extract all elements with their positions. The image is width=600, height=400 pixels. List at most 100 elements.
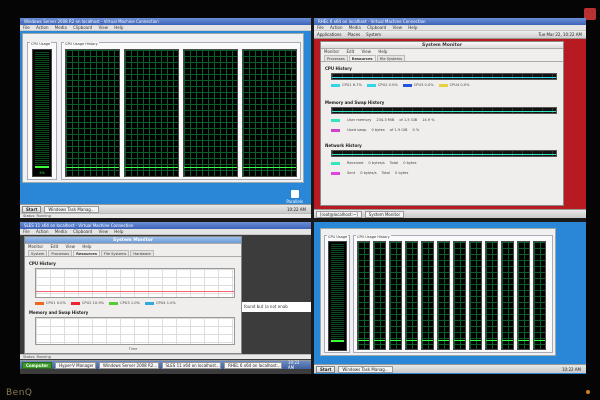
system-monitor-title-sles: System Monitor [25,237,241,244]
menu-help[interactable]: Help [408,25,417,30]
gnome-bottom-panel: [root@localhost:~] System Monitor [314,209,586,218]
network-history-heading: Network History [325,143,362,148]
tab-hardware[interactable]: Hardware [130,250,154,256]
watermark-logo-icon [290,190,299,198]
menu-action[interactable]: Action [330,25,343,30]
cpu-core-graph-6 [437,241,450,350]
cpu-core-graph-7 [453,241,466,350]
gnome-top-panel: Applications Places System Tue Mar 22, 1… [314,31,586,39]
vm-title-sles[interactable]: SLES 11 x64 on localhost - Virtual Machi… [20,222,311,229]
cpu-core-graph-11 [517,241,530,350]
menu-monitor[interactable]: Monitor [28,244,43,249]
cpu2-legend: CPU2 0.0% [366,83,398,87]
start-button[interactable]: Start [22,205,42,213]
used-swap-legend: Used swap 0 bytes of 1.9 GiB 0 % [331,128,557,132]
cpu-history-group: CPU Usage History [61,42,301,180]
vm-menu: File Action Media Clipboard View Help [20,25,311,31]
taskbar-item-hyperv-manager[interactable]: Hyper-V Manager [55,361,97,369]
taskbar-clock: 10:22 AM [287,206,306,212]
cpu4-legend-sles: CPU4 1.0% [144,301,176,305]
tab-processes[interactable]: Processes [48,250,73,256]
windows-taskbar: Start Windows Task Manag... 10:22 AM [20,204,311,213]
tab-processes[interactable]: Processes [324,55,348,61]
vm-title[interactable]: Windows Server 2008 R2 on localhost - Vi… [20,18,311,25]
menu-view[interactable]: View [66,244,76,249]
received-legend: Received 0 bytes/s Total 0 bytes [331,161,557,165]
panel-applications[interactable]: Applications [317,32,341,37]
tab-resources[interactable]: Resources [73,250,100,256]
cpu3-swatch[interactable] [402,83,412,87]
menu-file[interactable]: File [23,25,30,30]
menu-view[interactable]: View [98,25,108,30]
taskbar-item-windows-vm[interactable]: Windows Server 2008 R2... [99,361,159,369]
user-memory-swatch[interactable] [331,118,340,122]
menu-edit[interactable]: Edit [347,49,355,54]
cpu3-legend-sles: CPU3 1.0% [109,301,140,305]
tab-file-systems[interactable]: File Systems [100,250,130,256]
cpu1-swatch-sles[interactable] [35,301,44,305]
panel-system[interactable]: System [366,32,381,37]
cpu4-swatch[interactable] [438,83,448,87]
taskbar-item-task-manager[interactable]: Windows Task Manag... [338,365,393,373]
graph-x-label: Time [128,347,138,351]
menu-file[interactable]: File [317,25,324,30]
menu-action[interactable]: Action [36,229,49,234]
tab-system[interactable]: System [28,250,48,256]
sent-swatch[interactable] [331,171,340,175]
cpu3-swatch-sles[interactable] [109,301,119,305]
menu-media[interactable]: Media [55,229,67,234]
cpu1-swatch[interactable] [331,83,340,87]
computer-menu-button[interactable]: Computer [22,361,53,369]
cpu-history-graph [331,73,557,80]
panel-places[interactable]: Places [347,32,360,37]
cpu2-legend-sles: CPU2 10.9% [70,301,104,305]
cpu-history-label-12core: CPU Usage History [356,235,391,239]
menu-file[interactable]: File [23,229,30,234]
menu-view[interactable]: View [392,25,402,30]
cpu2-swatch-sles[interactable] [70,301,80,305]
desktop-watermark: Parallels [286,190,303,204]
cpu2-swatch[interactable] [366,83,376,87]
taskbar-item-task-manager[interactable]: Windows Task Manag... [44,205,99,213]
menu-view[interactable]: View [98,229,108,234]
tab-file-systems[interactable]: File Systems [376,55,406,61]
vm-title-rhel[interactable]: RHEL 6 x64 on localhost - Virtual Machin… [314,18,586,25]
menu-monitor[interactable]: Monitor [324,49,339,54]
cpu4-swatch-sles[interactable] [144,301,154,305]
cpu-graph-3 [183,49,238,177]
menu-media[interactable]: Media [349,25,361,30]
menu-view[interactable]: View [362,49,372,54]
menu-help[interactable]: Help [378,49,387,54]
tab-resources[interactable]: Resources [348,55,376,61]
sent-legend: Sent 0 bytes/s Total 0 bytes [331,171,557,175]
menu-help[interactable]: Help [82,244,91,249]
system-monitor-title: System Monitor [321,42,563,49]
taskbar-item-system-monitor[interactable]: System Monitor [364,210,405,218]
cpu-core-graph-4 [405,241,418,350]
menu-edit[interactable]: Edit [51,244,59,249]
cpu-legend-sles: CPU1 0.0% CPU2 10.9% CPU3 1.0% CPU4 1.0% [35,301,235,305]
cpu-history-group-12core: CPU Usage History [353,235,553,353]
taskbar-item-sles-vm[interactable]: SLES 11 x64 on localhost... [161,361,222,369]
taskbar-item-rhel-vm[interactable]: RHEL 6 x64 on localhost... [224,361,282,369]
cpu-usage-group-12core: CPU Usage [324,235,350,353]
cpu-usage-meter: 2% [32,49,52,177]
taskbar-clock-sles: 10:22 AM [287,360,300,370]
received-swatch[interactable] [331,161,340,165]
menu-clipboard[interactable]: Clipboard [367,25,386,30]
menu-help[interactable]: Help [114,229,123,234]
start-button[interactable]: Start [316,365,336,373]
cpu1-legend: CPU1 6.7% [331,83,362,87]
menu-clipboard[interactable]: Clipboard [73,25,92,30]
menu-media[interactable]: Media [55,25,67,30]
cpu-usage-group: CPU Usage 2% [27,42,57,180]
used-swap-swatch[interactable] [331,128,340,132]
windows-taskbar-12core: Start Windows Task Manag... 10:22 AM [314,364,586,373]
menu-action[interactable]: Action [36,25,49,30]
taskbar-item-terminal[interactable]: [root@localhost:~] [316,210,362,218]
menu-clipboard[interactable]: Clipboard [73,229,92,234]
menu-help[interactable]: Help [114,25,123,30]
vm-menu-sles: File Action Media Clipboard View Help [20,229,311,235]
panel-clock[interactable]: Tue Mar 22, 10:22 AM [538,32,586,37]
memory-history-graph [331,107,557,114]
